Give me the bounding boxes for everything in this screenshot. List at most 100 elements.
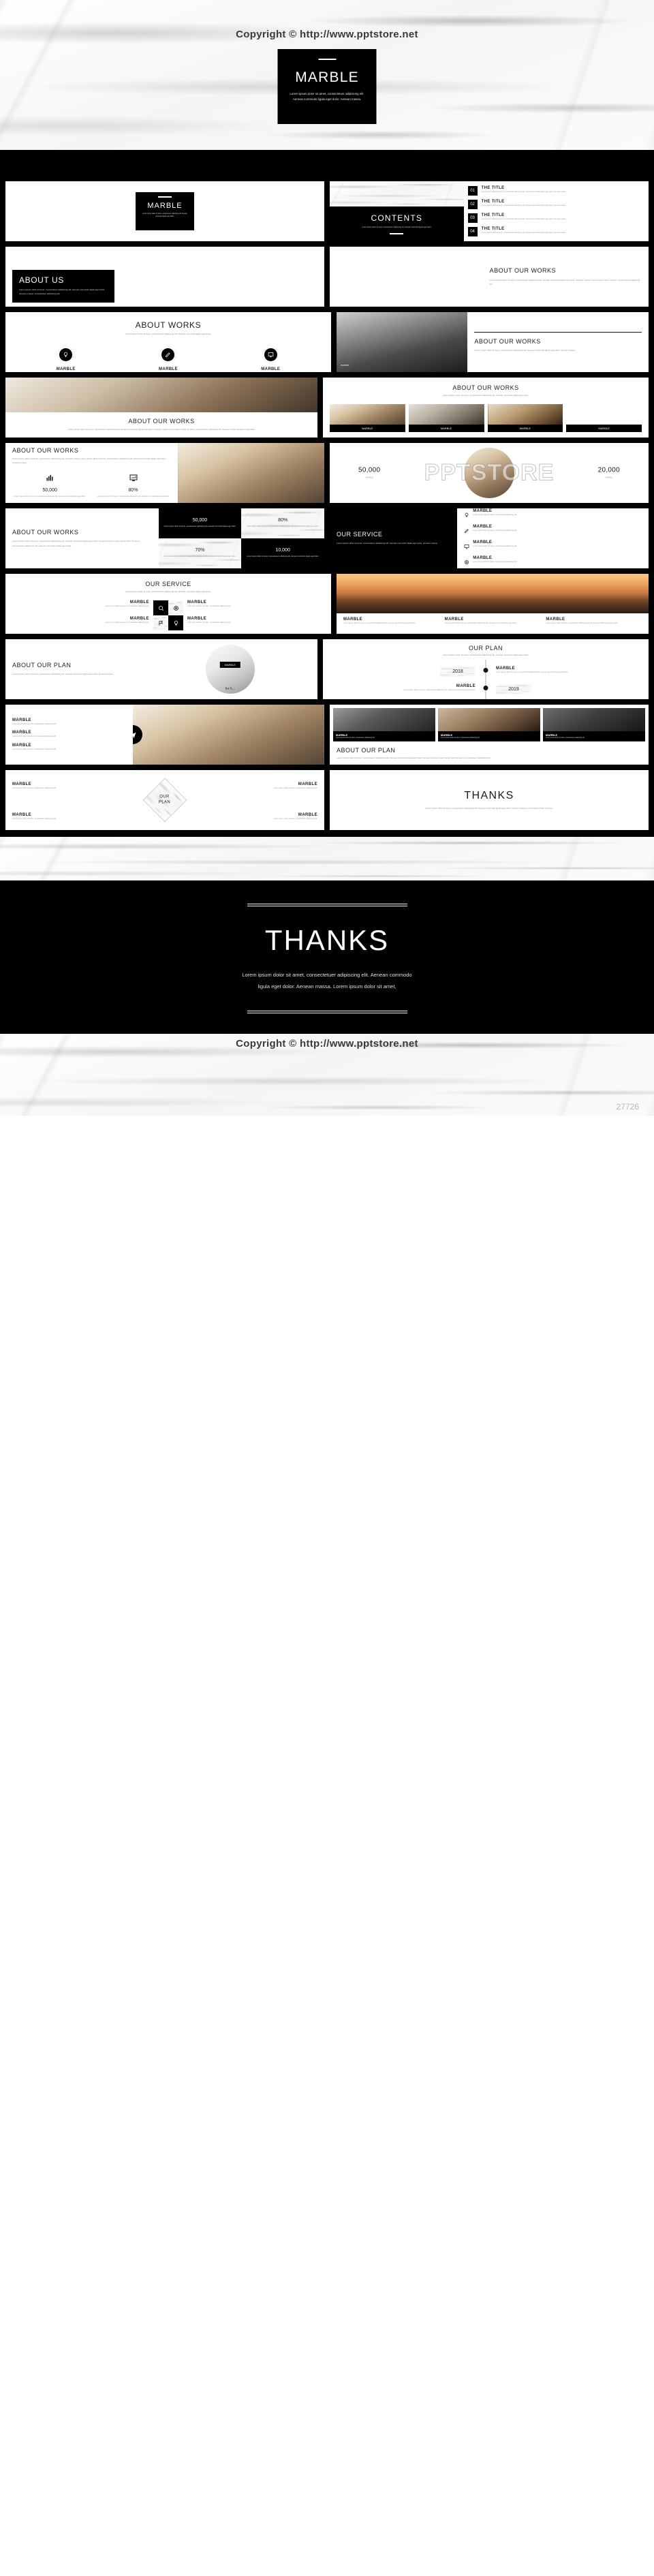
diamond-center-line1: OUR <box>159 795 170 799</box>
service-row[interactable]: MARBLE Lorem ipsum dolor sit amet, conse… <box>464 525 642 537</box>
slide-jump-photo[interactable]: MARBLE Lorem ipsum dolor sit amet, conse… <box>337 574 649 634</box>
stat-item[interactable]: 50,000 Lorem ipsum dolor sit amet, conse… <box>12 473 87 498</box>
slide-our-plan-timeline[interactable]: OUR PLAN Lorem ipsum dolor sit amet, con… <box>323 639 649 699</box>
timeline-title: OUR PLAN <box>468 645 503 651</box>
about-us-desc: Lorem ipsum dolor sit amet, consectetuer… <box>19 288 106 296</box>
timeline-subtitle: Lorem ipsum dolor sit amet, consectetuer… <box>442 654 529 656</box>
slide-about-our-works-desk[interactable]: ABOUT OUR WORKS Lorem ipsum dolor sit am… <box>330 247 649 307</box>
diamond-item[interactable]: MARBLE Lorem ipsum dolor sit amet, conse… <box>209 813 317 821</box>
about-works-card[interactable]: MARBLE Lorem ipsum dolor sit amet, conse… <box>22 346 110 372</box>
number-cell[interactable]: 10,000 Lorem ipsum dolor sit amet, conse… <box>241 538 324 568</box>
photo-card-image <box>333 708 435 731</box>
number-cell[interactable]: 80% Lorem ipsum dolor sit amet, consecte… <box>241 508 324 538</box>
gallery-item[interactable]: MARBLE <box>566 404 642 433</box>
contents-item[interactable]: 04 THE TITLE Lorem ipsum dolor sit amet,… <box>467 227 642 236</box>
plan-list-row[interactable]: MARBLE Lorem ipsum dolor sit amet, conse… <box>12 743 126 751</box>
item-id: 27726 <box>616 1101 639 1111</box>
about-us-title: ABOUT US <box>19 275 64 285</box>
slide-about-our-works-stats[interactable]: ABOUT OUR WORKS Lorem ipsum dolor sit am… <box>5 443 324 503</box>
circle-number-left[interactable]: 50,000 MARBLE <box>354 462 384 483</box>
gear-icon <box>168 600 183 616</box>
contents-item[interactable]: 01 THE TITLE Lorem ipsum dolor sit amet,… <box>467 186 642 196</box>
contents-item[interactable]: 03 THE TITLE Lorem ipsum dolor sit amet,… <box>467 213 642 223</box>
service-grid-cell[interactable]: MARBLE Lorem ipsum dolor sit amet, conse… <box>187 617 324 624</box>
contents-divider <box>390 233 404 234</box>
slide-about-our-plan-circle[interactable]: ABOUT OUR PLAN Lorem ipsum dolor sit ame… <box>5 639 317 699</box>
slide-about-works-icons[interactable]: ABOUT WORKS Lorem ipsum dolor sit amet, … <box>5 312 331 372</box>
gallery-item[interactable]: MARBLE <box>487 404 563 433</box>
slide-our-service-grid[interactable]: OUR SERVICE Lorem ipsum dolor sit amet, … <box>5 574 331 634</box>
slide-about-our-works-gallery[interactable]: ABOUT OUR WORKS Lorem ipsum dolor sit am… <box>323 378 649 438</box>
copyright-top: Copyright © http://www.pptstore.net <box>236 29 418 40</box>
number-cell-desc: Lorem ipsum dolor sit amet, consectetuer… <box>247 555 320 558</box>
photo-card[interactable]: MARBLE Lorem ipsum dolor sit amet, conse… <box>543 708 645 742</box>
hero-divider <box>318 59 336 60</box>
plan-circle-overlay: for h... <box>225 686 235 691</box>
timeline-entry[interactable]: 2018 MARBLE Lorem ipsum dolor sit amet, … <box>330 664 642 677</box>
service-row[interactable]: MARBLE Lorem ipsum dolor sit amet, conse… <box>464 556 642 568</box>
jump-caption-item[interactable]: MARBLE Lorem ipsum dolor sit amet, conse… <box>445 617 541 630</box>
bottom-marble-strip <box>0 837 654 880</box>
circle-number-right-label: MARBLE <box>605 476 613 479</box>
diamond-desc: Lorem ipsum dolor sit amet, consectetuer… <box>273 787 317 789</box>
bulb-icon <box>464 509 469 521</box>
slide-plan-list-photo[interactable]: MARBLE Lorem ipsum dolor sit amet, conse… <box>5 705 324 765</box>
monitor-icon <box>464 540 469 553</box>
slide-our-service-list[interactable]: OUR SERVICE Lorem ipsum dolor sit amet, … <box>330 508 649 568</box>
slide-our-plan-diamond[interactable]: MARBLE Lorem ipsum dolor sit amet, conse… <box>5 770 324 830</box>
gallery-photo <box>487 404 563 425</box>
service-grid-cell[interactable]: MARBLE Lorem ipsum dolor sit amet, conse… <box>12 600 149 608</box>
diamond-item[interactable]: MARBLE Lorem ipsum dolor sit amet, conse… <box>209 782 317 790</box>
stats-desc: Lorem ipsum dolor sit amet, consectetuer… <box>12 457 167 465</box>
slide-contents[interactable]: CONTENTS Lorem ipsum dolor sit amet, con… <box>330 181 649 241</box>
slide-about-us[interactable]: ABOUT US Lorem ipsum dolor sit amet, con… <box>5 247 324 307</box>
circle-number-right[interactable]: 20,000 MARBLE <box>594 462 624 483</box>
number-cell-desc: Lorem ipsum dolor sit amet, consectetuer… <box>164 525 236 528</box>
slide-about-our-works-portrait[interactable]: marble. ABOUT OUR WORKS Lorem ipsum dolo… <box>337 312 649 372</box>
slide-about-our-works-wide[interactable]: ABOUT OUR WORKS Lorem ipsum dolor sit am… <box>5 378 317 438</box>
stat-item[interactable]: 80% Lorem ipsum dolor sit amet, consecte… <box>95 473 170 498</box>
cover-divider <box>158 196 172 198</box>
search-icon <box>153 600 168 616</box>
slide-four-numbers[interactable]: ABOUT OUR WORKS Lorem ipsum dolor sit am… <box>5 508 324 568</box>
service-grid-cell[interactable]: MARBLE Lorem ipsum dolor sit amet, conse… <box>187 600 324 608</box>
thanks-top-rules <box>247 904 407 906</box>
bulb-icon <box>59 348 73 361</box>
about-works-subtitle: Lorem ipsum dolor sit amet, consectetuer… <box>125 333 212 335</box>
plan-list-row[interactable]: MARBLE Lorem ipsum dolor sit amet, conse… <box>12 718 126 726</box>
photo-card[interactable]: MARBLE Lorem ipsum dolor sit amet, conse… <box>333 708 435 742</box>
gallery-item[interactable]: MARBLE <box>330 404 405 433</box>
number-cell[interactable]: 70% Lorem ipsum dolor sit amet, consecte… <box>159 538 242 568</box>
stat-value: 80% <box>128 488 138 493</box>
diamond-desc: Lorem ipsum dolor sit amet, consectetuer… <box>12 817 57 820</box>
plan-list-desc: Lorem ipsum dolor sit amet, consectetuer… <box>12 748 57 750</box>
circle-number-left-label: MARBLE <box>365 476 373 479</box>
contents-item-number: 04 <box>467 227 478 236</box>
number-cell[interactable]: 50,000 Lorem ipsum dolor sit amet, conse… <box>158 508 242 538</box>
diamond-item[interactable]: MARBLE Lorem ipsum dolor sit amet, conse… <box>12 782 121 790</box>
slide-cover[interactable]: MARBLE Lorem ipsum dolor sit amet, conse… <box>5 181 324 241</box>
diamond-center: OUR PLAN <box>142 778 187 823</box>
contents-title: CONTENTS <box>371 213 423 224</box>
plan-list-row[interactable]: MARBLE Lorem ipsum dolor sit amet, conse… <box>12 731 126 738</box>
service-row[interactable]: MARBLE Lorem ipsum dolor sit amet, conse… <box>464 540 642 553</box>
about-works-card[interactable]: MARBLE Lorem ipsum dolor sit amet, conse… <box>125 346 212 372</box>
deck-row-2: ABOUT US Lorem ipsum dolor sit amet, con… <box>5 247 649 307</box>
photo-card[interactable]: MARBLE Lorem ipsum dolor sit amet, conse… <box>438 708 540 742</box>
service-row[interactable]: MARBLE Lorem ipsum dolor sit amet, conse… <box>464 509 642 521</box>
jump-caption-desc: Lorem ipsum dolor sit amet, consectetuer… <box>444 622 517 625</box>
slide-circle-numbers[interactable]: 50,000 MARBLE 20,000 MARBLE PPTSTORE <box>330 443 649 503</box>
jump-caption-item[interactable]: MARBLE Lorem ipsum dolor sit amet, conse… <box>343 617 439 630</box>
about-works-card[interactable]: MARBLE Lorem ipsum dolor sit amet, conse… <box>227 346 314 372</box>
portrait-photo: marble. <box>337 312 468 372</box>
gallery-item[interactable]: MARBLE <box>408 404 484 433</box>
timeline-entry[interactable]: MARBLE Lorem ipsum dolor sit amet, conse… <box>330 681 642 694</box>
our-service-desc: Lorem ipsum dolor sit amet, consectetuer… <box>337 542 438 545</box>
slide-three-photo-cards[interactable]: MARBLE Lorem ipsum dolor sit amet, conse… <box>330 705 649 765</box>
jump-caption-item[interactable]: MARBLE Lorem ipsum dolor sit amet, conse… <box>546 617 642 630</box>
contents-item[interactable]: 02 THE TITLE Lorem ipsum dolor sit amet,… <box>467 200 642 209</box>
deck-row-1: MARBLE Lorem ipsum dolor sit amet, conse… <box>5 181 649 241</box>
slide-thanks[interactable]: THANKS Lorem ipsum dolor sit amet, conse… <box>330 770 649 830</box>
diamond-item[interactable]: MARBLE Lorem ipsum dolor sit amet, conse… <box>12 813 121 821</box>
service-grid-cell[interactable]: MARBLE Lorem ipsum dolor sit amet, conse… <box>12 617 149 624</box>
